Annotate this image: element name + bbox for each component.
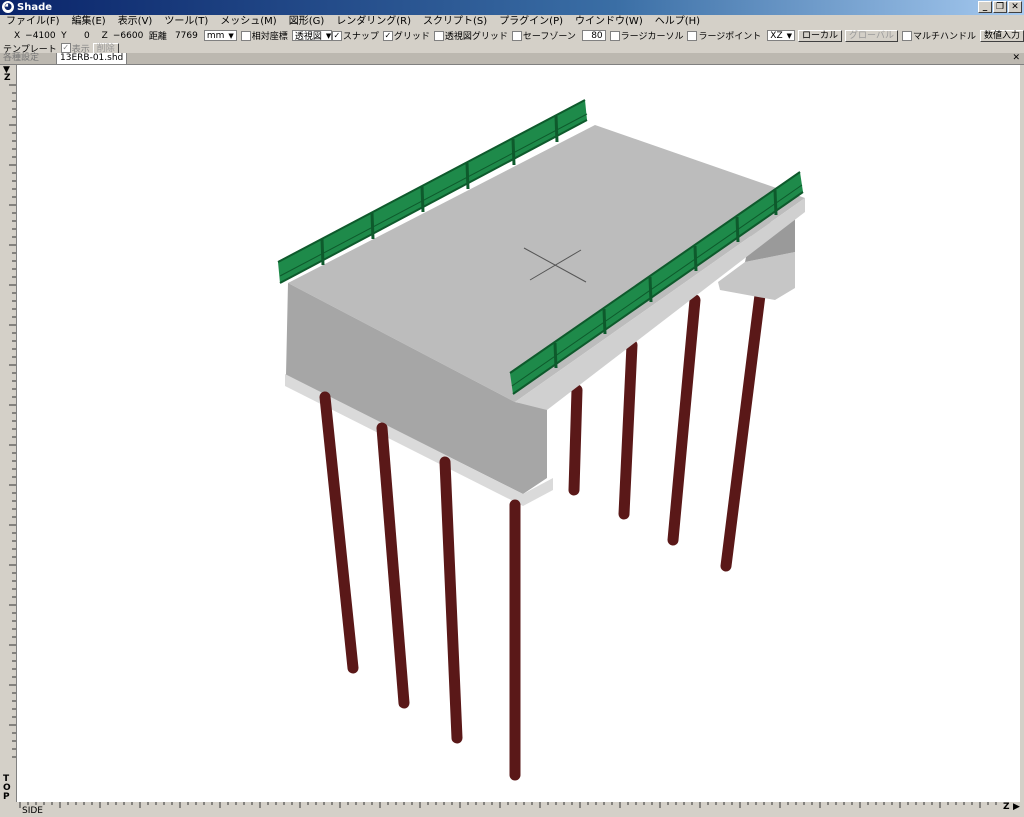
ruler-ticks [19, 802, 997, 808]
large-point-label: ラージポイント [698, 32, 762, 42]
view-mode-value: 透視図 [294, 32, 322, 42]
minimize-button[interactable]: _ [978, 1, 992, 13]
template-delete-button[interactable]: 削除 [92, 42, 119, 54]
plane-value: XZ [770, 30, 783, 41]
checkmark-icon: ✓ [382, 30, 393, 41]
y-value: 0 [83, 30, 90, 41]
x-label: X [14, 30, 21, 41]
bottom-ruler: SIDE Z ▶ [0, 802, 1024, 817]
z-label: Z [101, 30, 108, 41]
safe-zone-checkbox[interactable]: セーフゾーン [511, 29, 576, 42]
perspective-viewport[interactable] [17, 65, 1020, 802]
menu-rendering[interactable]: レンダリング(R) [330, 15, 417, 29]
checkmark-icon: ✓ [60, 43, 71, 53]
global-button[interactable]: グローバル [845, 29, 898, 42]
menu-view[interactable]: 表示(V) [112, 15, 159, 29]
tab-settings[interactable]: 各種設定 [0, 53, 57, 64]
checkmark-icon: ✓ [331, 30, 342, 41]
unit-select[interactable]: mm ▼ [203, 30, 237, 41]
close-button[interactable]: ✕ [1008, 1, 1022, 13]
safe-zone-label: セーフゾーン [522, 32, 576, 42]
dropdown-arrow-icon: ▼ [228, 31, 234, 40]
window-controls: _ ❐ ✕ [978, 1, 1022, 13]
menu-help[interactable]: ヘルプ(H) [649, 15, 706, 29]
restore-button[interactable]: ❐ [993, 1, 1007, 13]
menu-mesh[interactable]: メッシュ(M) [214, 15, 282, 29]
grid-checkbox[interactable]: ✓ グリッド [382, 29, 430, 42]
distance-value: 7769 [174, 30, 198, 41]
pile[interactable] [439, 456, 463, 744]
snap-label: スナップ [342, 32, 379, 42]
ruler-bottom-axis-label: Z [1003, 802, 1010, 812]
menu-window[interactable]: ウインドウ(W) [569, 15, 649, 29]
document-tab-bar: 各種設定 13ERB-01.shd ✕ [0, 53, 1024, 65]
menu-edit[interactable]: 編集(E) [66, 15, 112, 29]
plane-select[interactable]: XZ ▼ [767, 30, 796, 41]
safe-zone-field[interactable]: 80 [581, 30, 606, 41]
checkbox-box [240, 30, 251, 41]
pile[interactable] [376, 422, 410, 709]
large-point-checkbox[interactable]: ラージポイント [687, 29, 761, 42]
relative-coords-checkbox[interactable]: 相対座標 [240, 29, 288, 42]
menu-bar: ファイル(F) 編集(E) 表示(V) ツール(T) メッシュ(M) 図形(G)… [0, 15, 1024, 29]
title-bar: ◕ Shade _ ❐ ✕ [0, 0, 1024, 15]
ruler-side-label: SIDE [22, 806, 43, 816]
checkbox-box [609, 30, 620, 41]
ruler-top-axis-label: Z [4, 73, 11, 83]
pile[interactable] [319, 391, 359, 674]
menu-plugin[interactable]: プラグイン(P) [493, 15, 569, 29]
multi-handle-label: マルチハンドル [912, 32, 976, 42]
pile[interactable] [720, 289, 766, 572]
relative-coords-label: 相対座標 [251, 32, 288, 42]
dropdown-arrow-icon: ▼ [325, 31, 332, 40]
y-label: Y [61, 30, 67, 41]
large-cursor-label: ラージカーソル [620, 32, 684, 42]
multi-handle-checkbox[interactable]: マルチハンドル [901, 29, 976, 42]
shade-app-icon[interactable]: ◕ [2, 1, 14, 13]
tab-document[interactable]: 13ERB-01.shd [56, 53, 128, 64]
numeric-input-button[interactable]: 数値入力 [979, 29, 1024, 42]
checkbox-box [433, 30, 444, 41]
checkbox-box [511, 30, 522, 41]
left-ruler: ▼ Z TOP [0, 65, 17, 802]
menu-shape[interactable]: 図形(G) [283, 15, 331, 29]
perspective-grid-checkbox[interactable]: 透視図グリッド [433, 29, 508, 42]
z-value: −6600 [112, 30, 144, 41]
view-mode-select[interactable]: 透視図 ▼ [291, 30, 332, 42]
pile[interactable] [667, 294, 701, 546]
window-title: Shade [17, 2, 53, 13]
unit-value: mm [206, 30, 225, 41]
pile[interactable] [568, 384, 583, 496]
grid-label: グリッド [393, 32, 430, 42]
close-icon[interactable]: ✕ [1012, 53, 1020, 64]
dropdown-arrow-icon: ▼ [786, 31, 793, 40]
distance-label: 距離 [148, 32, 167, 42]
snap-checkbox[interactable]: ✓ スナップ [331, 29, 379, 42]
ruler-ticks [9, 84, 16, 758]
bridge-model[interactable] [17, 65, 1020, 802]
large-cursor-checkbox[interactable]: ラージカーソル [609, 29, 684, 42]
ruler-side-axis-label: TOP [3, 774, 11, 802]
local-button[interactable]: ローカル [798, 29, 843, 42]
checkbox-box [687, 30, 698, 41]
coordinate-toolbar: X −4100 Y 0 Z −6600 距離 7769 mm ▼ 相対座標 透視図… [0, 29, 1024, 42]
menu-tools[interactable]: ツール(T) [158, 15, 214, 29]
menu-file[interactable]: ファイル(F) [0, 15, 66, 29]
ruler-bottom-marker: ▶ [1013, 802, 1020, 812]
checkbox-box [901, 30, 912, 41]
menu-script[interactable]: スクリプト(S) [417, 15, 493, 29]
x-value: −4100 [25, 30, 56, 41]
perspective-grid-label: 透視図グリッド [444, 32, 508, 42]
pile[interactable] [618, 339, 638, 520]
